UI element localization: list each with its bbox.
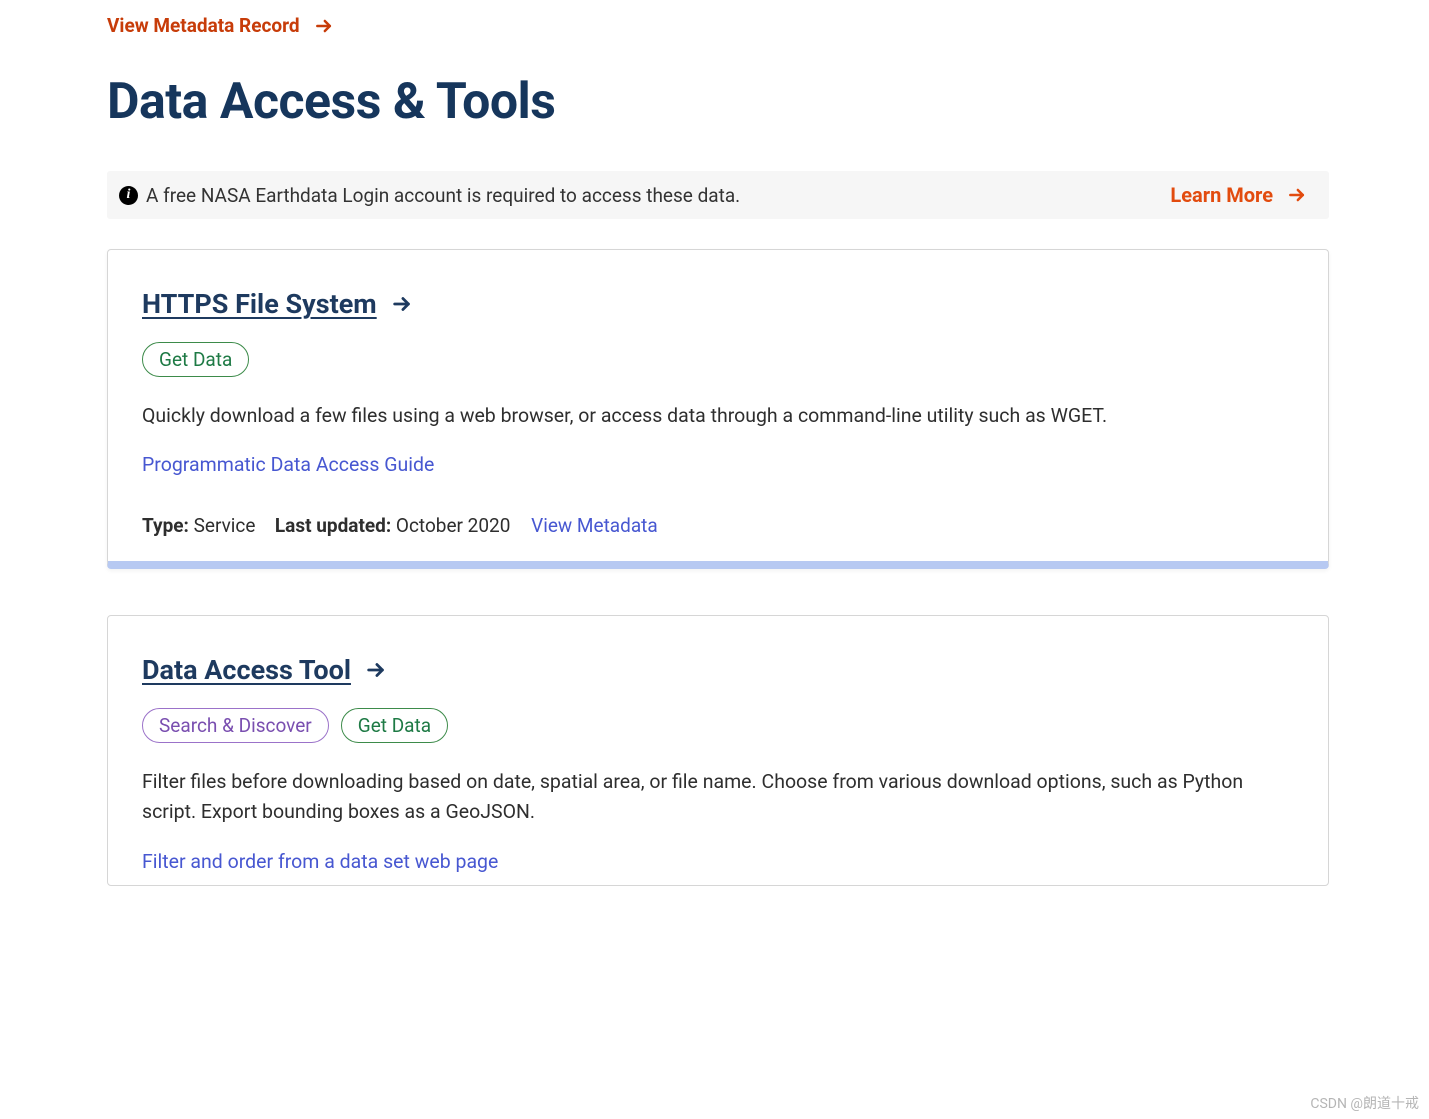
- arrow-right-icon: [391, 293, 413, 315]
- pill-row: Get Data: [142, 342, 1294, 377]
- view-metadata-record-link[interactable]: View Metadata Record: [107, 14, 334, 37]
- card-description: Quickly download a few files using a web…: [142, 401, 1294, 431]
- filter-order-link[interactable]: Filter and order from a data set web pag…: [142, 850, 498, 873]
- card-description: Filter files before downloading based on…: [142, 767, 1294, 827]
- arrow-right-icon: [314, 16, 334, 36]
- card-title-text: Data Access Tool: [142, 654, 351, 686]
- type-value: Service: [194, 514, 256, 537]
- pill-get-data: Get Data: [341, 708, 448, 743]
- card-https-file-system: HTTPS File System Get Data Quickly downl…: [107, 249, 1329, 569]
- arrow-right-icon: [365, 659, 387, 681]
- pill-search-discover: Search & Discover: [142, 708, 329, 743]
- card-data-access-tool: Data Access Tool Search & Discover Get D…: [107, 615, 1329, 885]
- card-meta: Type: Service Last updated: October 2020…: [142, 514, 1294, 537]
- card-title-link[interactable]: Data Access Tool: [142, 654, 387, 686]
- type-label: Type:: [142, 514, 189, 537]
- notice-text: A free NASA Earthdata Login account is r…: [146, 184, 740, 207]
- pill-row: Search & Discover Get Data: [142, 708, 1294, 743]
- card-title-text: HTTPS File System: [142, 288, 377, 320]
- pill-get-data: Get Data: [142, 342, 249, 377]
- programmatic-guide-link[interactable]: Programmatic Data Access Guide: [142, 453, 434, 476]
- card-title-link[interactable]: HTTPS File System: [142, 288, 413, 320]
- learn-more-text: Learn More: [1170, 183, 1273, 207]
- arrow-right-icon: [1287, 185, 1307, 205]
- notice-left: i A free NASA Earthdata Login account is…: [119, 184, 740, 207]
- updated-label: Last updated:: [275, 514, 391, 537]
- updated-value: October 2020: [396, 514, 511, 537]
- view-metadata-record-text: View Metadata Record: [107, 14, 300, 37]
- learn-more-link[interactable]: Learn More: [1170, 183, 1307, 207]
- page-title: Data Access & Tools: [107, 73, 1329, 131]
- watermark: CSDN @朗道十戒: [1310, 1093, 1419, 1113]
- view-metadata-link[interactable]: View Metadata: [531, 514, 658, 537]
- login-notice-bar: i A free NASA Earthdata Login account is…: [107, 171, 1329, 219]
- info-icon: i: [119, 186, 138, 205]
